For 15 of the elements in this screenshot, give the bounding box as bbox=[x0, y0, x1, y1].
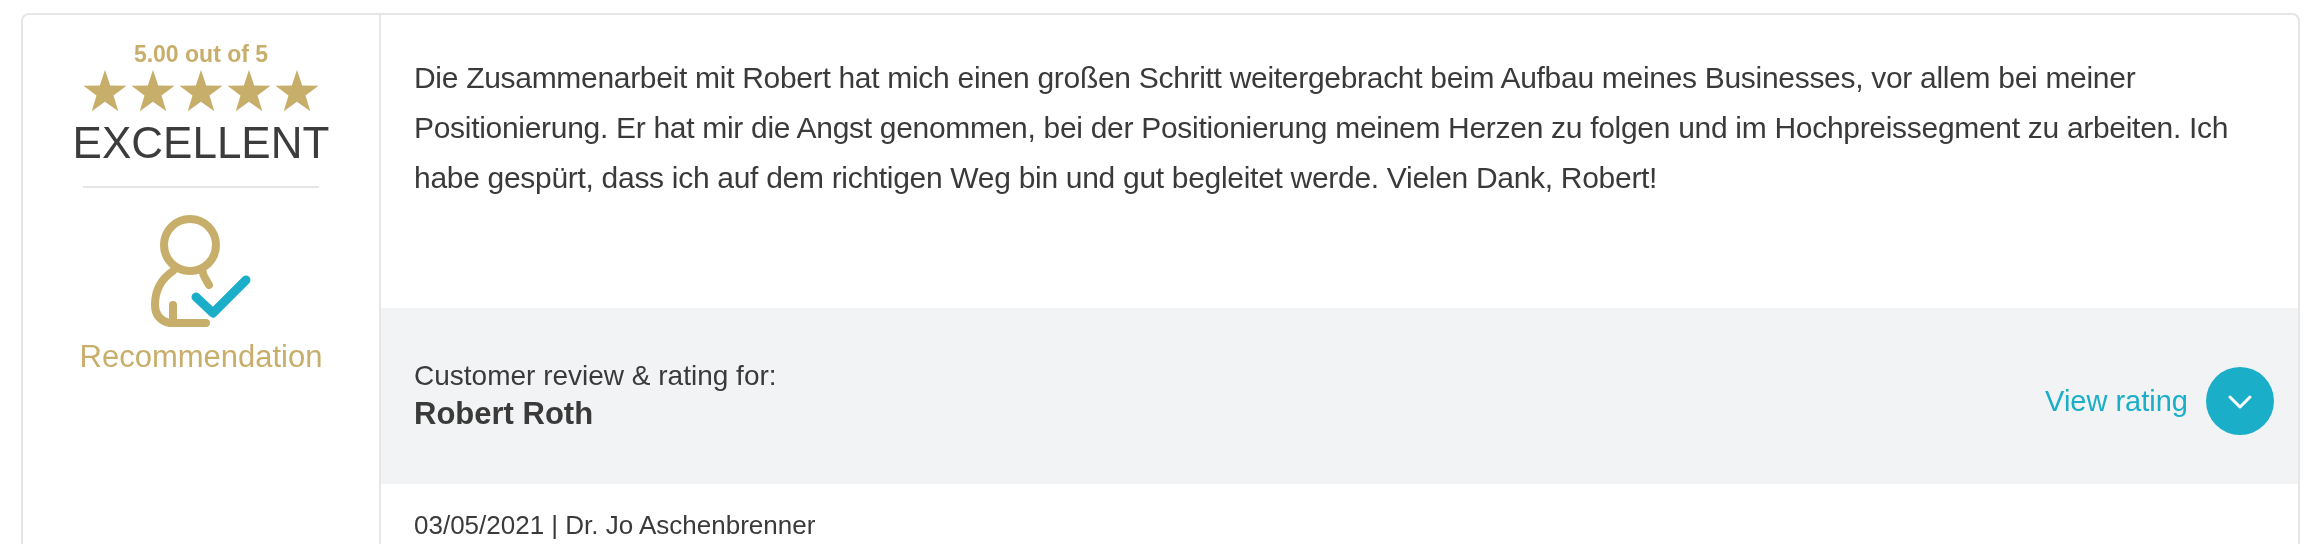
chevron-down-icon bbox=[2206, 367, 2274, 435]
star-icon bbox=[83, 70, 127, 112]
review-text: Die Zusammenarbeit mit Robert hat mich einen großen Schritt weitergebracht beim Aufbau meines Businesses, vor allem bei meiner Positionierung. Er hat mir die Angst genommen, bei der Positionierung meinem Herzen zu folgen und im Hochpreissegment zu arbeiten. Ich habe gespürt, dass ich auf dem richtigen Weg bin und gut begleitet werde. Vielen Dank, Robert! bbox=[413, 60, 2230, 196]
star-icon bbox=[275, 70, 319, 112]
review-subject-label: Customer review & rating for: bbox=[414, 360, 778, 392]
star-icon bbox=[179, 70, 223, 112]
person-check-icon bbox=[151, 213, 251, 327]
recommendation-label: Recommendation bbox=[79, 339, 323, 375]
review-date-author: 03/05/2021 | Dr. Jo Aschenbrenner bbox=[413, 509, 817, 541]
view-rating-button[interactable]: View rating bbox=[2045, 367, 2274, 435]
rating-verdict: EXCELLENT bbox=[72, 118, 330, 168]
star-icon bbox=[131, 70, 175, 112]
star-icon bbox=[227, 70, 271, 112]
subject-name: Robert Roth bbox=[414, 396, 595, 432]
rating-score: 5.00 out of 5 bbox=[133, 41, 269, 68]
